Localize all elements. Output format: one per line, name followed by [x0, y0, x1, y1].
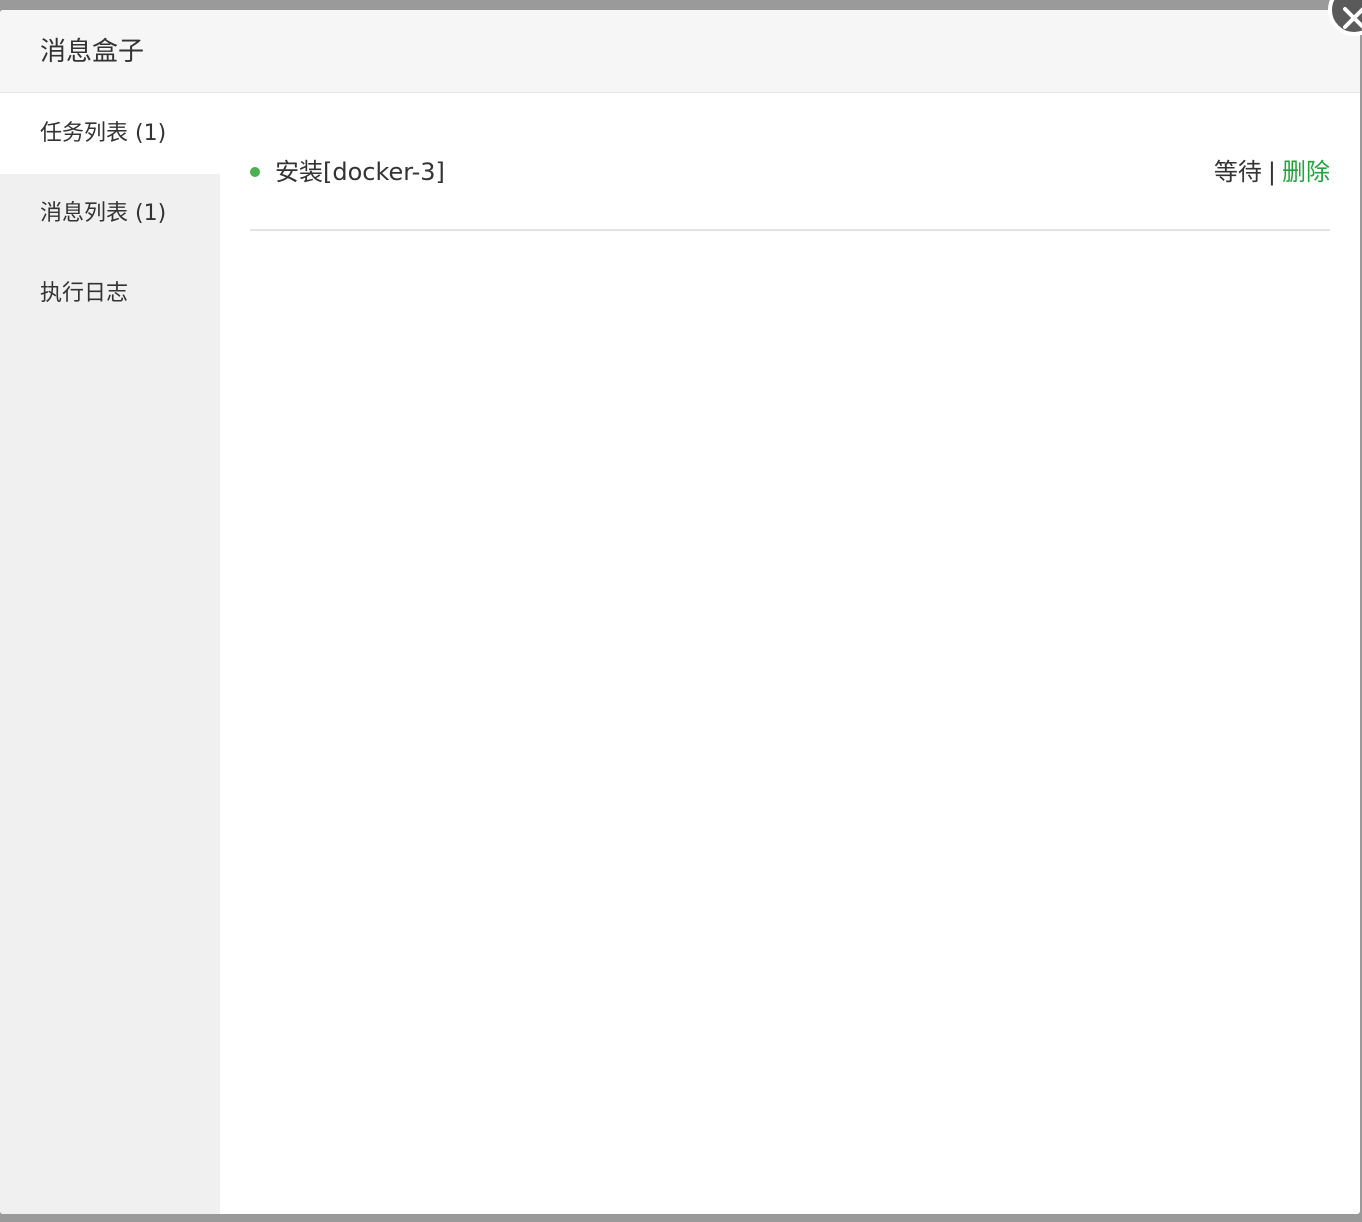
task-status: 等待 — [1213, 158, 1262, 186]
task-separator: | — [1267, 158, 1276, 186]
task-actions: 等待 | 删除 — [1214, 154, 1330, 190]
message-box-dialog: 消息盒子 任务列表 (1) 消息列表 (1) 执行日志 安装[docker-3]… — [0, 10, 1360, 1214]
delete-task-link[interactable]: 删除 — [1282, 158, 1330, 186]
task-row: 安装[docker-3] 等待 | 删除 — [250, 140, 1330, 231]
close-icon — [1343, 7, 1362, 29]
sidebar-item-execution-log[interactable]: 执行日志 — [0, 254, 220, 334]
sidebar-item-task-list[interactable]: 任务列表 (1) — [0, 94, 220, 174]
task-name: 安装[docker-3] — [275, 158, 445, 186]
sidebar: 任务列表 (1) 消息列表 (1) 执行日志 — [0, 94, 220, 1214]
dialog-header: 消息盒子 — [0, 10, 1360, 93]
dialog-title: 消息盒子 — [40, 37, 145, 67]
sidebar-item-message-list[interactable]: 消息列表 (1) — [0, 174, 220, 254]
task-list-panel: 安装[docker-3] 等待 | 删除 — [250, 140, 1330, 231]
status-dot-icon — [250, 167, 260, 177]
